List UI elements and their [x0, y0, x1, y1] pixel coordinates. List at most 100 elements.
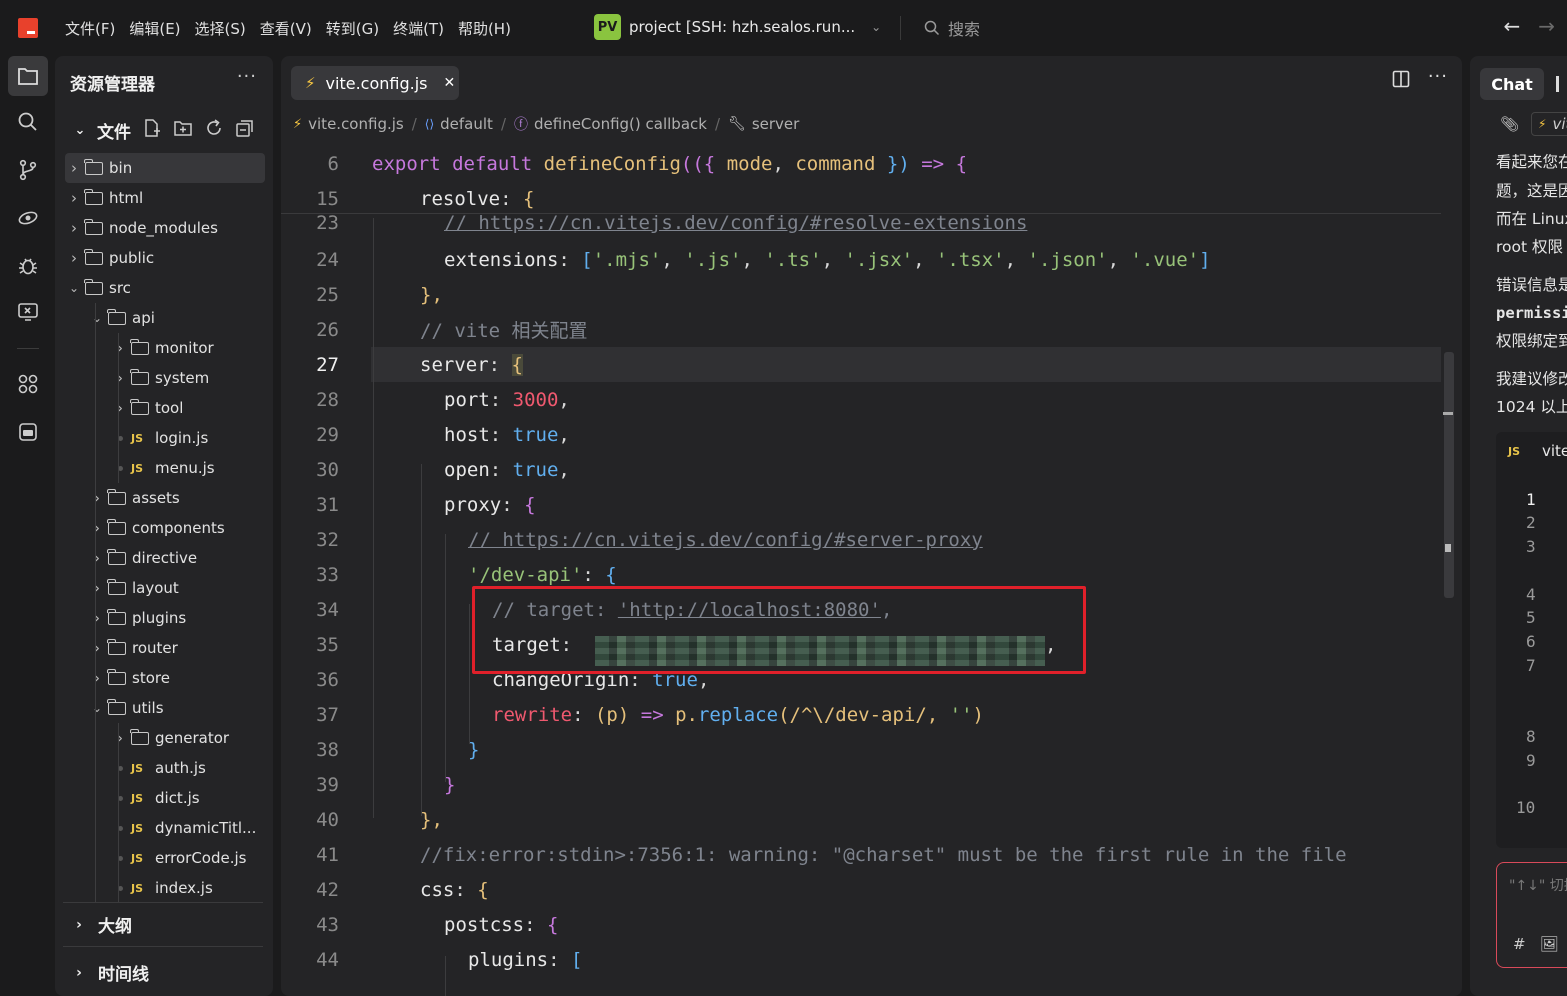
comment[interactable]: // https://cn.vitejs.dev/config/#resolve… [444, 212, 1027, 234]
breadcrumb-file[interactable]: vite.config.js [308, 115, 404, 133]
breadcrumb-separator: / [500, 115, 506, 133]
hash-icon[interactable]: # [1513, 935, 1526, 953]
arrow-right-icon[interactable]: → [1538, 14, 1555, 38]
function-icon: ⓕ [514, 117, 528, 133]
chevron-right-icon: › [117, 729, 123, 747]
code-token: '/dev-api' [468, 563, 583, 586]
divider [63, 902, 263, 903]
project-switcher[interactable]: PV project [SSH: hzh.sealos.run... ⌄ [594, 14, 881, 40]
code-token: { [524, 493, 536, 516]
debug-icon[interactable] [8, 246, 48, 286]
editor-pane: ⚡ vite.config.js ✕ ··· ⚡ vite.config.js … [281, 56, 1462, 996]
folder-icon [130, 728, 149, 745]
outline-section[interactable]: › 大纲 [72, 912, 132, 938]
js-file-icon: JS [1508, 444, 1521, 458]
scrollbar-marker [1443, 412, 1453, 415]
chat-input[interactable]: "↑↓" 切换 # 🖼︎ [1496, 862, 1567, 968]
timeline-section[interactable]: › 时间线 [72, 960, 149, 986]
more-icon[interactable]: ··· [1428, 68, 1448, 88]
editor-scrollbar[interactable] [1444, 352, 1454, 598]
folder-icon [130, 338, 149, 355]
chevron-right-icon: › [94, 549, 100, 567]
close-icon[interactable]: ✕ [444, 75, 456, 91]
explorer-sidebar: 资源管理器 ··· ⌄ 文件 › bin › html › node_modules › pu… [55, 56, 317, 996]
folder-icon [130, 398, 149, 415]
new-folder-icon[interactable] [173, 118, 193, 138]
property-icon: 🔧︎ [728, 116, 746, 132]
tree-item-label: monitor [155, 339, 214, 357]
search-icon[interactable] [8, 102, 48, 142]
tree-folder[interactable]: › node_modules [65, 213, 265, 243]
collapse-all-icon[interactable] [235, 118, 255, 138]
menu-edit[interactable]: 编辑(E) [122, 16, 187, 41]
line-number: 2 [1526, 513, 1536, 532]
new-file-icon[interactable] [142, 118, 162, 138]
menu-help[interactable]: 帮助(H) [451, 16, 518, 41]
code-token: '' [949, 703, 973, 726]
line-number: 25 [316, 283, 339, 306]
explorer-icon[interactable] [8, 56, 48, 96]
image-icon[interactable]: 🖼︎ [1540, 935, 1559, 953]
chevron-right-icon: › [71, 159, 77, 177]
line-number: 33 [316, 563, 339, 586]
tree-item-label: bin [109, 159, 133, 177]
comment[interactable]: // https://cn.vitejs.dev/config/#server-… [468, 529, 983, 551]
chevron-down-icon: ⌄ [68, 281, 80, 295]
breadcrumb-callback[interactable]: defineConfig() callback [534, 115, 707, 133]
line-number: 9 [1526, 751, 1536, 770]
line-number: 29 [316, 423, 339, 446]
tree-folder[interactable]: › html [65, 183, 265, 213]
remote-window-icon[interactable] [8, 292, 48, 332]
tab-vite-config[interactable]: ⚡ vite.config.js ✕ [291, 66, 459, 100]
database-icon[interactable] [8, 412, 48, 452]
menu-view[interactable]: 查看(V) [253, 16, 319, 41]
tree-folder[interactable]: › public [65, 243, 265, 273]
code-token: '.mjs' [592, 248, 662, 271]
line-number: 28 [316, 388, 339, 411]
menu-go[interactable]: 转到(G) [319, 16, 386, 41]
breadcrumb-server[interactable]: server [752, 115, 799, 133]
tree-folder[interactable]: › bin [65, 153, 265, 183]
paperclip-icon[interactable]: 📎︎ [1500, 115, 1519, 133]
more-icon[interactable]: ··· [237, 66, 257, 87]
breadcrumb-separator: / [714, 115, 721, 133]
line-number: 15 [316, 187, 339, 210]
command-search[interactable]: 搜索 [924, 16, 980, 40]
menu-file[interactable]: 文件(F) [58, 16, 122, 41]
split-editor-icon[interactable] [1392, 70, 1410, 88]
line-number: 37 [316, 703, 339, 726]
arrow-left-icon[interactable]: ← [1503, 14, 1520, 38]
files-section-header[interactable]: ⌄ 文件 [73, 118, 131, 143]
code-token: '.json' [1027, 248, 1108, 271]
source-control-icon[interactable] [8, 150, 48, 190]
refresh-icon[interactable] [204, 118, 224, 138]
tree-item-label: api [132, 309, 155, 327]
folder-icon [107, 638, 126, 655]
folder-icon [107, 578, 126, 595]
code-line: 31 proxy: { [281, 487, 1441, 522]
tab-next[interactable] [1556, 76, 1559, 92]
dot-icon [113, 466, 127, 471]
extensions-icon[interactable] [8, 364, 48, 404]
js-file-icon: JS [131, 791, 144, 805]
tab-chat[interactable]: Chat [1480, 68, 1544, 100]
breadcrumb-default[interactable]: default [440, 115, 493, 133]
code-token: postcss [444, 913, 525, 936]
js-file-icon: JS [131, 821, 144, 835]
editor-actions: ··· [1392, 68, 1448, 88]
code-token: defineConfig [543, 152, 681, 175]
chat-message-line: 1024 以上 [1496, 398, 1567, 416]
scrollbar-marker [1445, 544, 1451, 552]
menu-terminal[interactable]: 终端(T) [386, 16, 451, 41]
tree-item-label: node_modules [109, 219, 218, 237]
code-token: }, [420, 283, 443, 306]
chevron-right-icon: › [71, 189, 77, 207]
tree-folder[interactable]: ⌄ src [65, 273, 265, 303]
remote-explorer-icon[interactable] [8, 198, 48, 238]
code-token: server [420, 353, 489, 376]
files-label: 文件 [97, 123, 131, 143]
line-number: 31 [316, 493, 339, 516]
context-file-chip[interactable]: ⚡ vit [1531, 112, 1567, 136]
line-number: 41 [316, 843, 339, 866]
menu-selection[interactable]: 选择(S) [188, 16, 253, 41]
